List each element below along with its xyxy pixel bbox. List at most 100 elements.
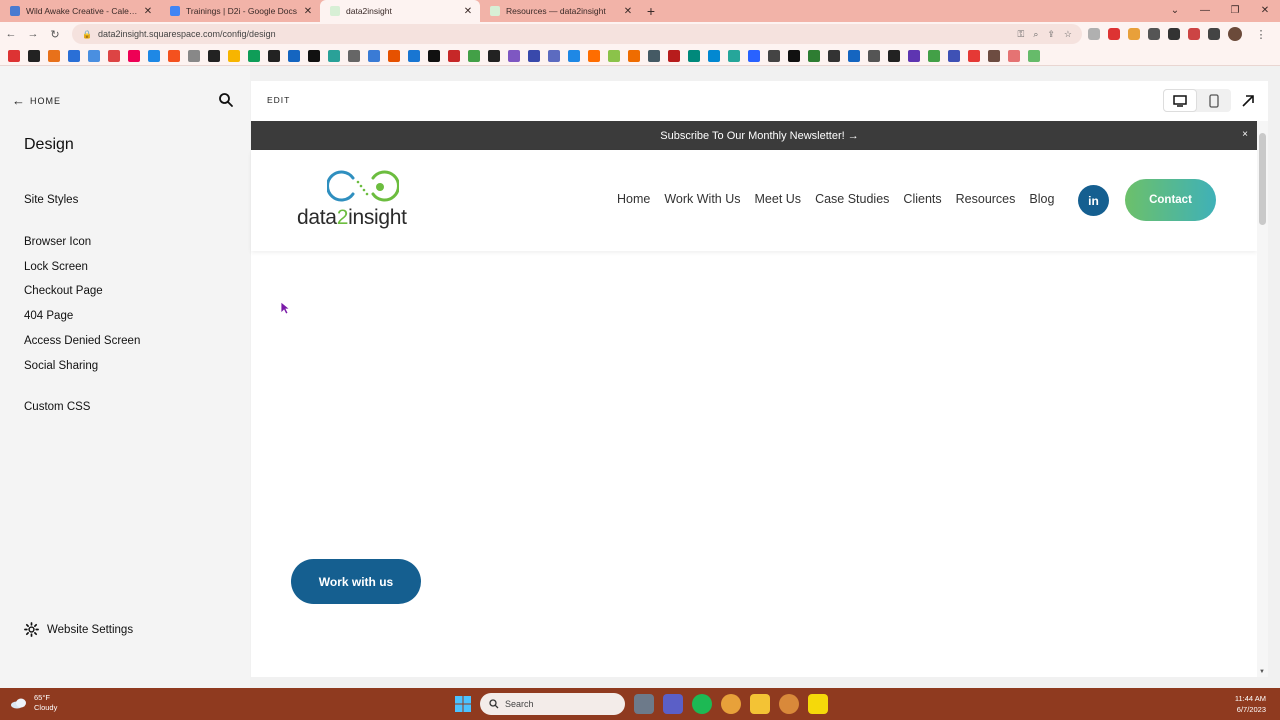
close-tab-icon[interactable]: ✕ [622,6,634,17]
contact-button[interactable]: Contact [1125,179,1216,221]
nav-blog[interactable]: Blog [1029,192,1054,206]
bookmark-icon[interactable] [908,49,920,62]
bookmark-icon[interactable] [208,49,220,62]
reload-icon[interactable]: ↻ [44,28,66,41]
bookmark-icon[interactable] [808,49,820,62]
extension-icon[interactable] [1128,28,1140,40]
bookmark-icon[interactable] [968,49,980,62]
apps-grid-icon[interactable] [1168,28,1180,40]
nav-work-with-us[interactable]: Work With Us [664,192,740,206]
expand-arrow-icon[interactable] [1239,92,1257,110]
bookmark-icon[interactable] [348,49,360,62]
edit-button[interactable]: EDIT [267,95,290,105]
linkedin-icon[interactable]: in [1078,185,1109,216]
chrome-icon[interactable] [721,694,741,714]
bookmark-icon[interactable] [688,49,700,62]
teams-chat-icon[interactable] [663,694,683,714]
bookmark-icon[interactable] [328,49,340,62]
bookmark-icon[interactable] [168,49,180,62]
website-settings-button[interactable]: Website Settings [24,622,133,637]
back-icon[interactable]: ← [0,28,22,40]
norton-icon[interactable] [808,694,828,714]
menu-item-site-styles[interactable]: Site Styles [24,194,78,206]
browser-tab[interactable]: Trainings | D2i - Google Docs ✕ [160,0,320,22]
lock-icon[interactable]: 🔒 [82,30,92,39]
bookmark-icon[interactable] [1028,49,1040,62]
bookmark-icon[interactable] [288,49,300,62]
spotify-icon[interactable] [692,694,712,714]
minimize-icon[interactable]: — [1190,0,1220,22]
bookmark-icon[interactable] [728,49,740,62]
bookmark-icon[interactable] [68,49,80,62]
taskbar-search[interactable]: Search [480,693,625,715]
preview-scrollbar[interactable]: ▼ [1257,121,1268,677]
close-window-icon[interactable]: ✕ [1250,0,1280,22]
new-tab-button[interactable]: + [640,0,662,22]
bookmark-icon[interactable] [108,49,120,62]
bookmark-icon[interactable] [928,49,940,62]
bookmark-icon[interactable] [948,49,960,62]
bookmark-icon[interactable] [468,49,480,62]
scroll-thumb[interactable] [1259,133,1266,225]
menu-item-checkout-page[interactable]: Checkout Page [24,285,103,297]
bookmark-icon[interactable] [828,49,840,62]
bookmark-icon[interactable] [748,49,760,62]
bookmark-icon[interactable] [128,49,140,62]
bookmark-icon[interactable] [368,49,380,62]
menu-item-custom-css[interactable]: Custom CSS [24,401,90,413]
forward-icon[interactable]: → [22,28,44,40]
work-with-us-button[interactable]: Work with us [291,559,421,604]
bookmark-icon[interactable] [528,49,540,62]
bookmark-icon[interactable] [548,49,560,62]
menu-item-social-sharing[interactable]: Social Sharing [24,360,98,372]
share-icon[interactable]: ⇪ [1047,29,1055,40]
bookmark-icon[interactable] [228,49,240,62]
star-icon[interactable]: ☆ [1064,29,1072,40]
home-link[interactable]: ← HOME [12,93,61,108]
bookmark-icon[interactable] [648,49,660,62]
bookmark-icon[interactable] [268,49,280,62]
announcement-bar[interactable]: Subscribe To Our Monthly Newsletter! → × [251,121,1268,150]
close-tab-icon[interactable]: ✕ [462,6,474,17]
browser-tab-active[interactable]: data2insight ✕ [320,0,480,22]
menu-item-404-page[interactable]: 404 Page [24,310,73,322]
bookmark-icon[interactable] [668,49,680,62]
close-tab-icon[interactable]: ✕ [142,6,154,17]
bookmark-icon[interactable] [888,49,900,62]
desktop-view-button[interactable] [1163,89,1197,112]
bookmark-icon[interactable] [868,49,880,62]
bookmark-icon[interactable] [448,49,460,62]
bookmark-icon[interactable] [308,49,320,62]
task-view-icon[interactable] [634,694,654,714]
bookmark-icon[interactable] [768,49,780,62]
windows-start-icon[interactable] [455,696,471,712]
weather-widget[interactable]: 65°F Cloudy [10,693,57,713]
bookmark-icon[interactable] [188,49,200,62]
bookmark-icon[interactable] [1008,49,1020,62]
key-icon[interactable]: ⚿ [1017,29,1024,40]
menu-item-lock-screen[interactable]: Lock Screen [24,261,88,273]
browser-tab[interactable]: Resources — data2insight ✕ [480,0,640,22]
bookmark-icon[interactable] [628,49,640,62]
side-panel-icon[interactable] [1208,28,1220,40]
bookmark-icon[interactable] [608,49,620,62]
taskbar-clock[interactable]: 11:44 AM 6/7/2023 [1235,693,1266,715]
menu-icon[interactable]: ⋮ [1250,28,1272,41]
restore-icon[interactable]: ❐ [1220,0,1250,22]
browser-tab[interactable]: Wild Awake Creative - Calendar - ✕ [0,0,160,22]
puzzle-icon[interactable] [1148,28,1160,40]
bookmark-icon[interactable] [248,49,260,62]
bookmark-icon[interactable] [588,49,600,62]
nav-case-studies[interactable]: Case Studies [815,192,889,206]
bookmark-icon[interactable] [848,49,860,62]
extension-icon[interactable] [1088,28,1100,40]
close-tab-icon[interactable]: ✕ [302,6,314,17]
bookmark-icon[interactable] [88,49,100,62]
profile-avatar[interactable] [1228,27,1242,41]
search-icon[interactable] [218,92,234,108]
nav-resources[interactable]: Resources [956,192,1016,206]
bookmark-icon[interactable] [708,49,720,62]
zoom-icon[interactable]: ⌕ [1033,29,1038,40]
bookmark-icon[interactable] [568,49,580,62]
menu-item-browser-icon[interactable]: Browser Icon [24,236,91,248]
